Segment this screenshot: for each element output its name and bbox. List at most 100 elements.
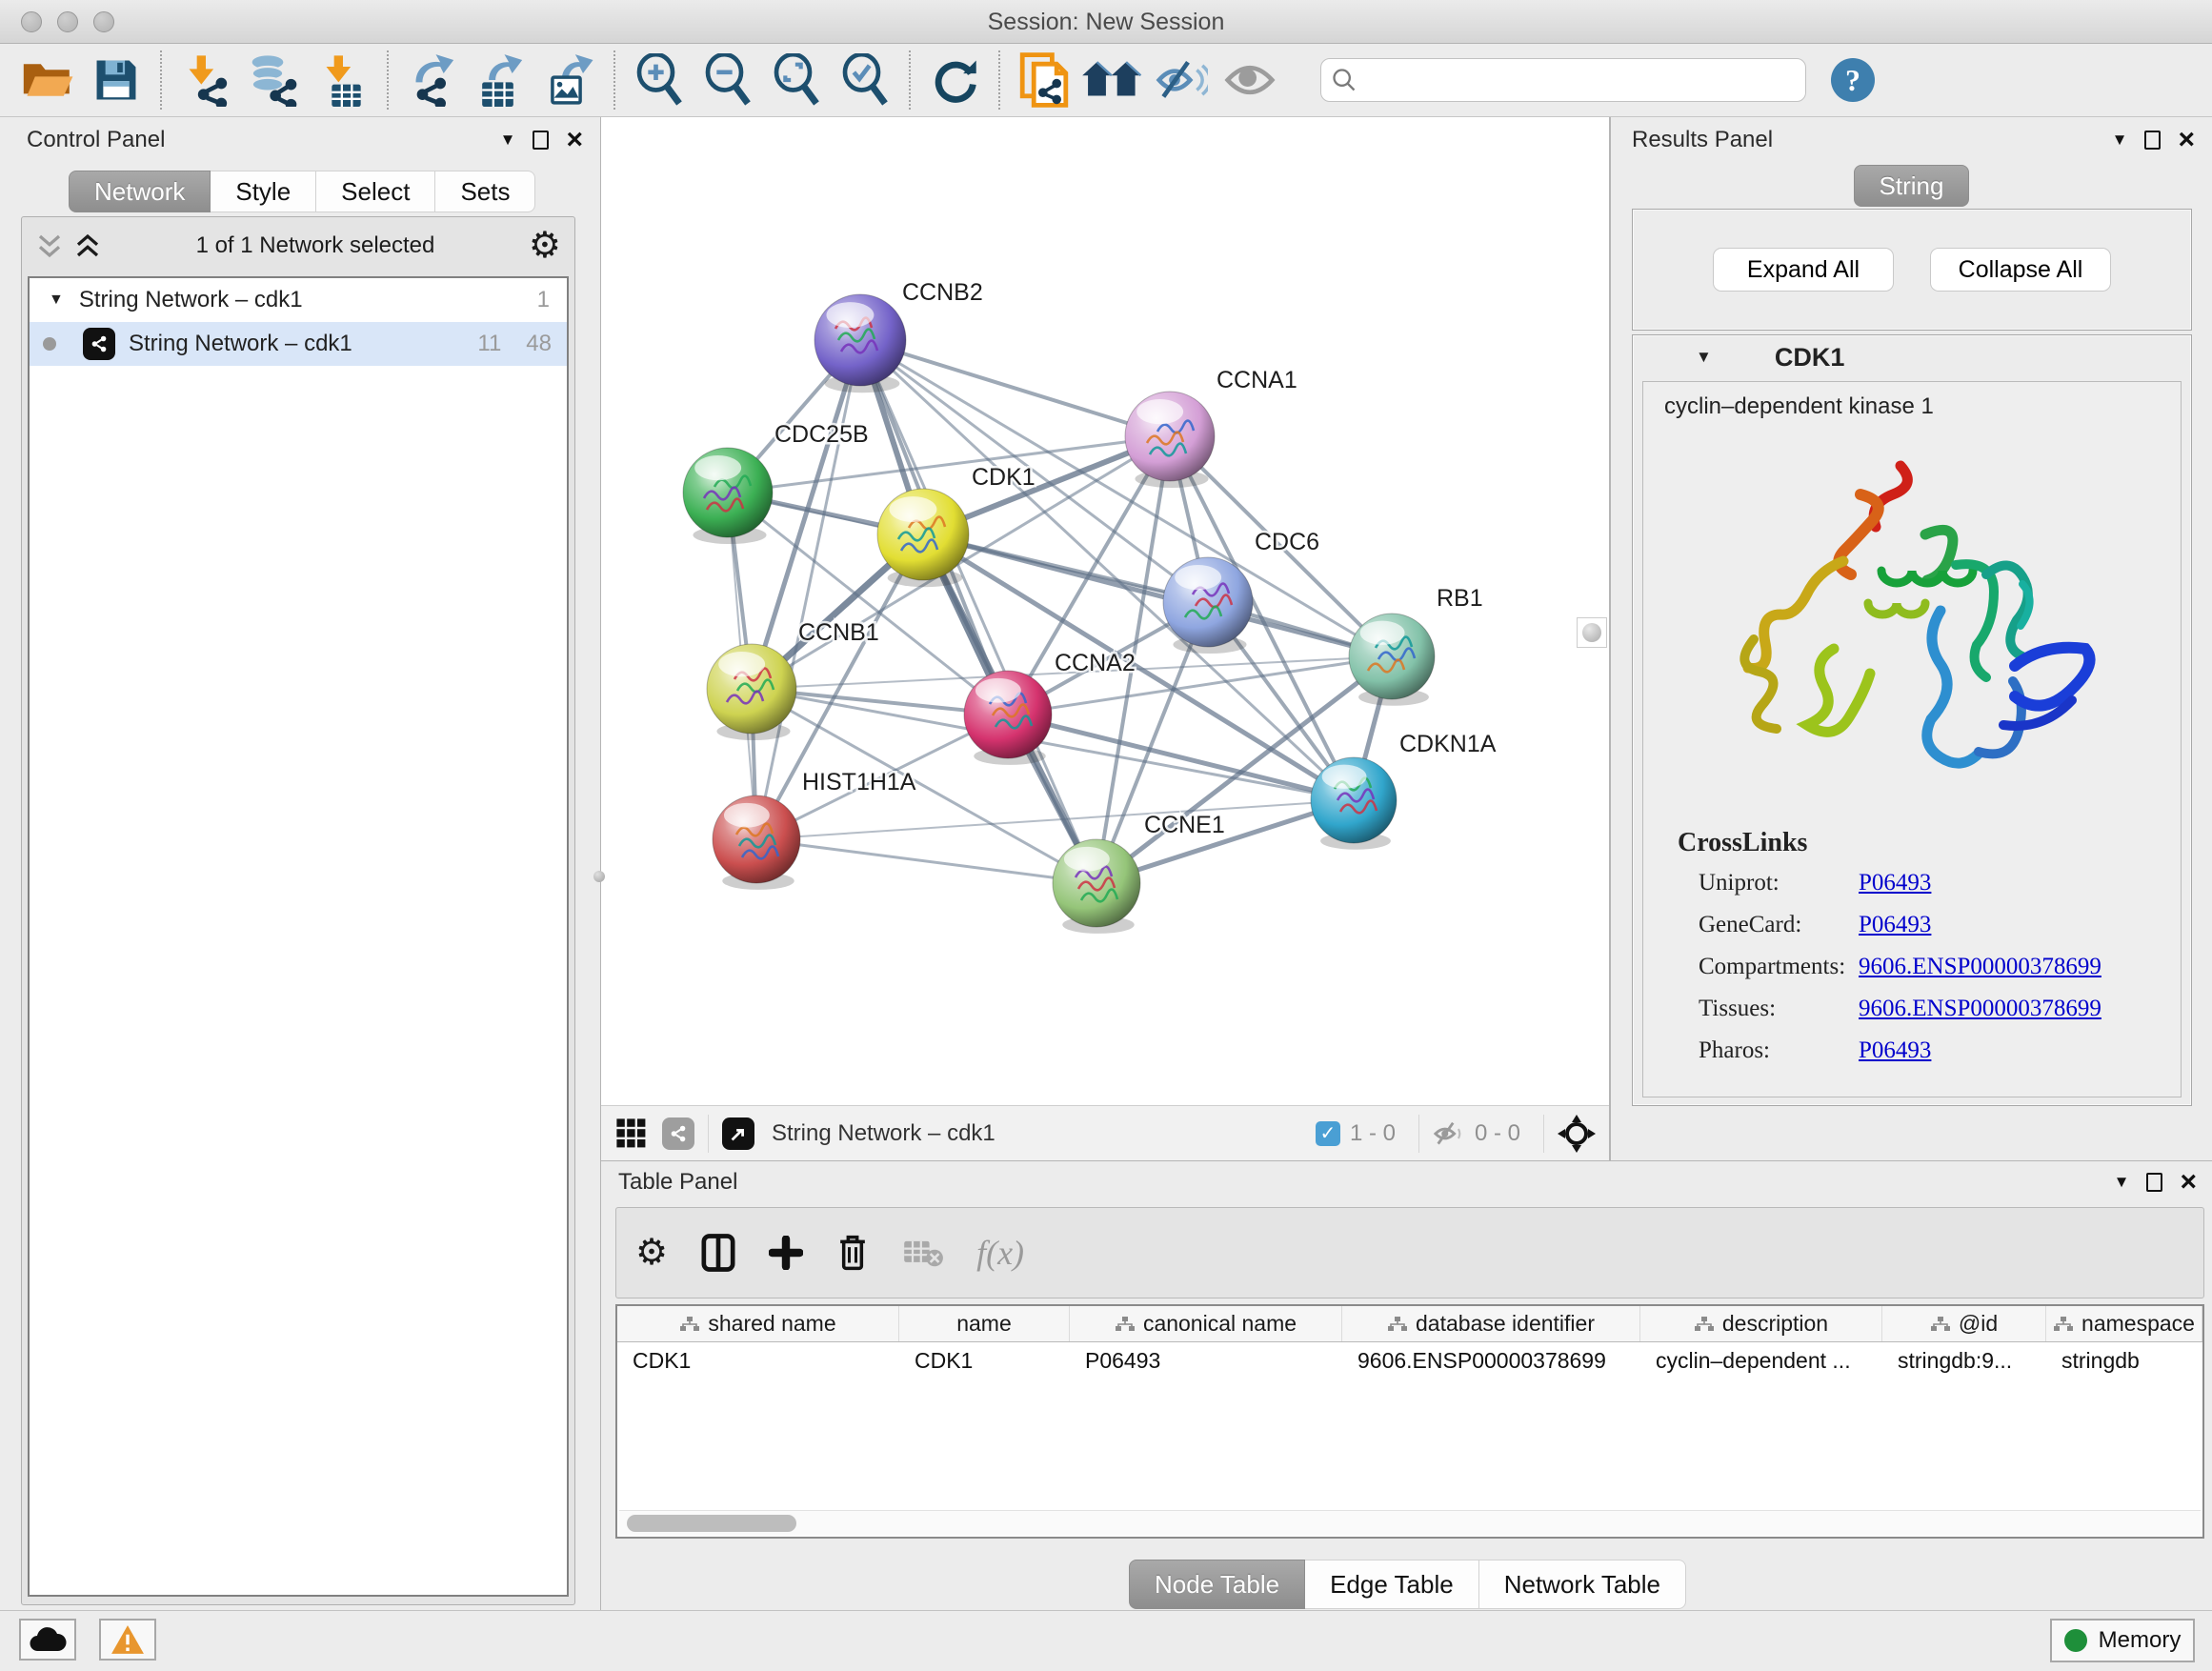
table-options-gear-icon[interactable]: ⚙ bbox=[635, 1235, 668, 1271]
panel-divider-handle[interactable] bbox=[1577, 617, 1607, 648]
column-header[interactable]: database identifier bbox=[1342, 1306, 1640, 1341]
export-network-button[interactable] bbox=[398, 50, 467, 111]
tab-sets[interactable]: Sets bbox=[435, 171, 535, 212]
network-node-cdk1[interactable]: CDK1 bbox=[877, 464, 1036, 587]
scrollbar-thumb[interactable] bbox=[627, 1515, 796, 1532]
network-canvas[interactable]: CCNB2CCNA1CDC25BCDK1CDC6RB1CCNB1CCNA2CDK… bbox=[601, 117, 1609, 1105]
table-cell[interactable]: cyclin–dependent ... bbox=[1640, 1342, 1882, 1380]
first-neighbors-button[interactable] bbox=[1078, 50, 1147, 111]
zoom-selected-button[interactable] bbox=[831, 50, 899, 111]
network-node-ccnb1[interactable]: CCNB1 bbox=[707, 619, 879, 740]
save-session-button[interactable] bbox=[82, 50, 151, 111]
network-node-cdc6[interactable]: CDC6 bbox=[1163, 529, 1319, 654]
column-header[interactable]: namespace bbox=[2046, 1306, 2202, 1341]
table-cell[interactable]: stringdb:9... bbox=[1882, 1342, 2046, 1380]
column-header[interactable]: name bbox=[899, 1306, 1070, 1341]
expand-all-button[interactable]: Expand All bbox=[1713, 248, 1894, 292]
control-panel-collapse-icon[interactable]: ▼ bbox=[500, 131, 516, 150]
network-row[interactable]: String Network – cdk1 11 48 bbox=[30, 322, 567, 366]
network-node-hist1h1a[interactable]: HIST1H1A bbox=[713, 769, 916, 890]
network-node-ccne1[interactable]: CCNE1 bbox=[1053, 812, 1225, 934]
table-panel-close-icon[interactable]: × bbox=[2180, 1173, 2197, 1192]
protein-section-expander-icon[interactable]: ▼ bbox=[1696, 348, 1712, 367]
zoom-fit-button[interactable] bbox=[762, 50, 831, 111]
birds-eye-view-icon[interactable] bbox=[1558, 1115, 1596, 1153]
show-columns-icon[interactable] bbox=[700, 1233, 736, 1273]
crosslink-link[interactable]: P06493 bbox=[1859, 912, 1931, 938]
tab-edge-table[interactable]: Edge Table bbox=[1305, 1560, 1479, 1609]
tab-network-table[interactable]: Network Table bbox=[1479, 1560, 1686, 1609]
detach-view-button[interactable] bbox=[722, 1117, 754, 1150]
memory-button[interactable]: Memory bbox=[2050, 1619, 2195, 1662]
import-table-from-file-button[interactable] bbox=[309, 50, 377, 111]
warnings-button[interactable] bbox=[99, 1619, 156, 1661]
tab-network[interactable]: Network bbox=[69, 171, 211, 212]
show-all-button[interactable] bbox=[1216, 50, 1284, 111]
export-table-button[interactable] bbox=[467, 50, 535, 111]
import-network-from-file-button[interactable] bbox=[171, 50, 240, 111]
tab-style[interactable]: Style bbox=[211, 171, 316, 212]
network-selection-status: 1 of 1 Network selected bbox=[102, 232, 529, 259]
table-cell[interactable]: stringdb bbox=[2046, 1342, 2202, 1380]
expand-all-icon[interactable] bbox=[73, 232, 102, 260]
control-panel-float-icon[interactable] bbox=[533, 131, 549, 150]
protein-details-box: ▼ CDK1 cyclin–dependent kinase 1 bbox=[1632, 334, 2192, 1106]
search-input[interactable] bbox=[1357, 67, 1796, 93]
crosslink-link[interactable]: P06493 bbox=[1859, 870, 1931, 896]
eye-slash-icon bbox=[1155, 58, 1208, 102]
network-edge[interactable] bbox=[860, 340, 1170, 436]
table-panel-float-icon[interactable] bbox=[2146, 1173, 2162, 1192]
tab-node-table[interactable]: Node Table bbox=[1129, 1560, 1305, 1609]
network-edge[interactable] bbox=[756, 839, 1096, 883]
network-node-ccna1[interactable]: CCNA1 bbox=[1125, 367, 1297, 488]
network-node-rb1[interactable]: RB1 bbox=[1349, 585, 1483, 706]
new-network-from-selection-button[interactable] bbox=[1010, 50, 1078, 111]
crosslinks-title: CrossLinks bbox=[1678, 828, 2101, 858]
column-header[interactable]: description bbox=[1640, 1306, 1882, 1341]
table-cell[interactable]: 9606.ENSP00000378699 bbox=[1342, 1342, 1640, 1380]
network-node-cdc25b[interactable]: CDC25B bbox=[683, 421, 869, 544]
column-header[interactable]: @id bbox=[1882, 1306, 2046, 1341]
hide-selection-button[interactable] bbox=[1147, 50, 1216, 111]
network-edge[interactable] bbox=[860, 340, 1096, 883]
tab-string[interactable]: String bbox=[1854, 165, 1970, 207]
crosslink-link[interactable]: P06493 bbox=[1859, 1037, 1931, 1064]
delete-column-icon[interactable] bbox=[835, 1233, 870, 1273]
collapse-all-button[interactable]: Collapse All bbox=[1930, 248, 2111, 292]
results-panel-collapse-icon[interactable]: ▼ bbox=[2112, 131, 2128, 150]
column-header[interactable]: canonical name bbox=[1070, 1306, 1342, 1341]
zoom-in-button[interactable] bbox=[625, 50, 694, 111]
control-panel-close-icon[interactable]: × bbox=[566, 131, 583, 150]
table-panel-collapse-icon[interactable]: ▼ bbox=[2114, 1173, 2130, 1192]
export-image-button[interactable] bbox=[535, 50, 604, 111]
crosslink-link[interactable]: 9606.ENSP00000378699 bbox=[1859, 954, 2101, 980]
column-header[interactable]: shared name bbox=[617, 1306, 899, 1341]
selected-checkbox-icon[interactable]: ✓ bbox=[1316, 1121, 1340, 1146]
table-row[interactable]: CDK1CDK1P064939606.ENSP00000378699cyclin… bbox=[617, 1342, 2202, 1380]
collection-count: 1 bbox=[537, 287, 550, 313]
network-edge[interactable] bbox=[756, 340, 860, 839]
network-collection-row[interactable]: ▼ String Network – cdk1 1 bbox=[30, 278, 567, 322]
grid-view-icon[interactable] bbox=[614, 1117, 649, 1151]
add-column-icon[interactable] bbox=[769, 1236, 803, 1270]
table-cell[interactable]: CDK1 bbox=[899, 1342, 1070, 1380]
tab-select[interactable]: Select bbox=[316, 171, 435, 212]
import-network-from-database-button[interactable] bbox=[240, 50, 309, 111]
network-node-cdkn1a[interactable]: CDKN1A bbox=[1311, 731, 1497, 850]
zoom-out-button[interactable] bbox=[694, 50, 762, 111]
results-panel-float-icon[interactable] bbox=[2144, 131, 2161, 150]
cloud-status-button[interactable] bbox=[19, 1619, 76, 1661]
table-horizontal-scrollbar[interactable] bbox=[619, 1510, 2201, 1535]
panel-divider-dot[interactable] bbox=[593, 871, 605, 882]
results-panel-close-icon[interactable]: × bbox=[2178, 131, 2195, 150]
table-cell[interactable]: P06493 bbox=[1070, 1342, 1342, 1380]
crosslink-link[interactable]: 9606.ENSP00000378699 bbox=[1859, 996, 2101, 1022]
network-options-gear-icon[interactable]: ⚙ bbox=[529, 228, 561, 264]
collapse-all-icon[interactable] bbox=[35, 232, 64, 260]
open-session-button[interactable] bbox=[13, 50, 82, 111]
table-cell[interactable]: CDK1 bbox=[617, 1342, 899, 1380]
tree-expander-icon[interactable]: ▼ bbox=[49, 292, 64, 309]
network-view-icon[interactable] bbox=[662, 1117, 694, 1150]
help-button[interactable]: ? bbox=[1831, 58, 1875, 102]
apply-layout-button[interactable] bbox=[920, 50, 989, 111]
